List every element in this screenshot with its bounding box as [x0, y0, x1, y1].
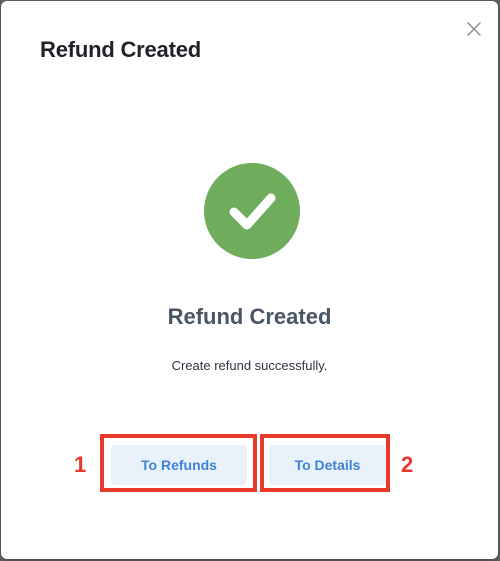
to-details-button[interactable]: To Details: [269, 445, 386, 485]
dialog-title: Refund Created: [40, 37, 201, 62]
annotation-marker-1: 1: [74, 452, 87, 477]
result-message: Create refund successfully.: [171, 358, 328, 373]
annotation-marker-2: 2: [401, 452, 414, 477]
result-headline: Refund Created: [167, 304, 332, 329]
close-button[interactable]: [463, 18, 485, 40]
to-refunds-button[interactable]: To Refunds: [111, 445, 247, 485]
check-circle-icon: [204, 163, 300, 259]
close-icon: [467, 22, 481, 36]
